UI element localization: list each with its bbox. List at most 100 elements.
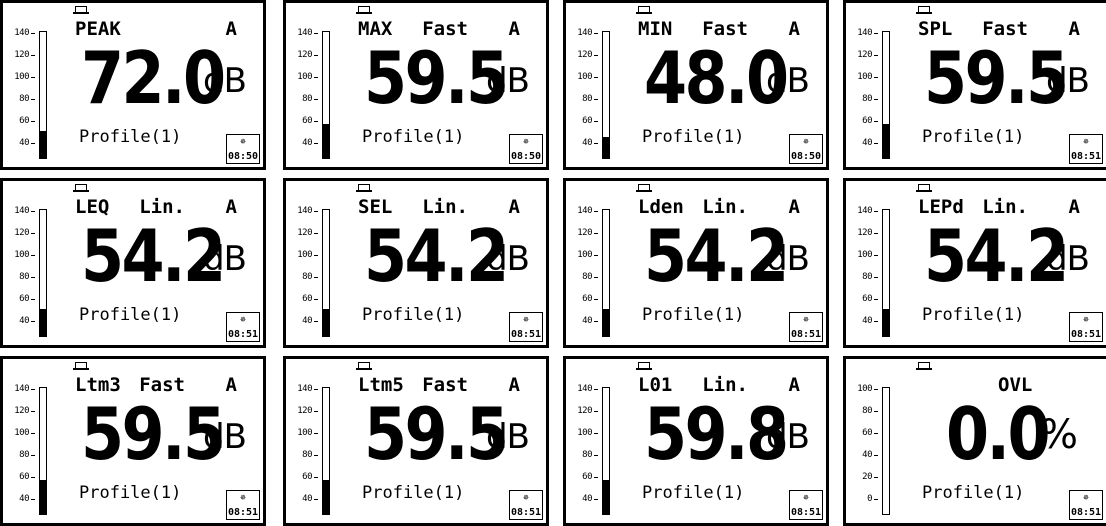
measurement-unit: dB (1046, 61, 1090, 101)
weighting-label: A (508, 18, 520, 40)
clock-box: ✵ 08:51 (509, 490, 543, 520)
clock-box: ✵ 08:50 (509, 134, 543, 164)
scale-tick-mark (314, 455, 318, 456)
profile-label: Profile(1) (79, 305, 182, 325)
scale-tick-label: 60 (862, 116, 872, 126)
scale-tick-mark (874, 33, 878, 34)
clock-icon: ✵ (1082, 314, 1090, 325)
scale-tick-label: 80 (302, 94, 312, 104)
level-bar (602, 387, 610, 515)
scale-tick-mark (874, 55, 878, 56)
memory-card-icon (356, 6, 372, 14)
scale-tick-label: 60 (862, 428, 872, 438)
scale-tick-mark (594, 255, 598, 256)
meter-screen-ovl: 100 80 60 40 20 0 OVL 0.0% Profile(1) ✵ 08:51 (843, 356, 1106, 526)
level-scale: 140 120 100 80 60 40 (288, 205, 318, 345)
scale-tick-label: 80 (862, 406, 872, 416)
memory-card-icon (356, 184, 372, 192)
scale-tick-mark (31, 277, 35, 278)
scale-tick-mark (874, 499, 878, 500)
clock-icon: ✵ (239, 136, 247, 147)
scale-tick-label: 40 (582, 494, 592, 504)
scale-tick-mark (594, 477, 598, 478)
scale-tick-mark (31, 321, 35, 322)
scale-tick-label: 100 (14, 72, 29, 82)
scale-tick-mark (594, 455, 598, 456)
scale-tick-mark (874, 99, 878, 100)
scale-tick-mark (31, 255, 35, 256)
scale-tick-label: 60 (862, 294, 872, 304)
level-scale: 140 120 100 80 60 40 (848, 27, 878, 167)
scale-tick-mark (594, 143, 598, 144)
measurement-unit: dB (766, 61, 810, 101)
scale-tick-mark (594, 411, 598, 412)
scale-tick-label: 60 (19, 116, 29, 126)
scale-tick-mark (31, 121, 35, 122)
scale-tick-mark (874, 277, 878, 278)
weighting-label: A (788, 18, 800, 40)
scale-tick-mark (314, 389, 318, 390)
scale-tick-mark (314, 99, 318, 100)
scale-tick-mark (314, 233, 318, 234)
meter-screen-leq: 140 120 100 80 60 40 LEQ Lin. A 54.2 dB Profile(1) ✵… (0, 178, 266, 348)
scale-tick-mark (31, 55, 35, 56)
memory-card-icon (916, 184, 932, 192)
scale-tick-mark (874, 121, 878, 122)
scale-tick-mark (594, 299, 598, 300)
scale-tick-label: 40 (19, 494, 29, 504)
level-bar (322, 31, 330, 159)
measurement-unit: dB (203, 417, 247, 457)
level-scale: 140 120 100 80 60 40 (5, 27, 35, 167)
scale-tick-label: 40 (19, 316, 29, 326)
scale-tick-label: 60 (302, 116, 312, 126)
scale-tick-mark (594, 433, 598, 434)
meter-screen-spl: 140 120 100 80 60 40 SPL Fast A 59.5 dB Profile(1) ✵… (843, 0, 1106, 170)
memory-card-icon (73, 362, 89, 370)
scale-tick-mark (31, 33, 35, 34)
scale-tick-label: 120 (577, 228, 592, 238)
scale-tick-label: 40 (862, 138, 872, 148)
measurement-unit: dB (766, 239, 810, 279)
scale-tick-label: 80 (19, 272, 29, 282)
meter-screen-sel: 140 120 100 80 60 40 SEL Lin. A 54.2 dB Profile(1) ✵… (283, 178, 549, 348)
scale-tick-mark (31, 77, 35, 78)
profile-label: Profile(1) (362, 127, 465, 147)
memory-card-icon (916, 6, 932, 14)
level-bar (882, 209, 890, 337)
measurement-unit: dB (203, 239, 247, 279)
scale-tick-mark (594, 121, 598, 122)
weighting-label: A (1068, 18, 1080, 40)
scale-tick-label: 120 (577, 406, 592, 416)
scale-tick-label: 140 (14, 384, 29, 394)
scale-tick-mark (31, 455, 35, 456)
weighting-label: A (1068, 196, 1080, 218)
measurement-unit: dB (766, 417, 810, 457)
memory-card-icon (73, 6, 89, 14)
clock-time: 08:51 (1070, 507, 1102, 518)
scale-tick-label: 100 (14, 250, 29, 260)
scale-tick-mark (314, 477, 318, 478)
scale-tick-label: 140 (577, 28, 592, 38)
scale-tick-mark (594, 499, 598, 500)
meter-screen-peak: 140 120 100 80 60 40 PEAK A 72.0 dB Profile(1) ✵ 08:… (0, 0, 266, 170)
profile-label: Profile(1) (922, 305, 1025, 325)
scale-tick-mark (594, 321, 598, 322)
meter-screen-lepd: 140 120 100 80 60 40 LEPd Lin. A 54.2 dB Profile(1)… (843, 178, 1106, 348)
scale-tick-label: 60 (19, 294, 29, 304)
scale-tick-label: 120 (857, 228, 872, 238)
scale-tick-mark (31, 477, 35, 478)
meter-screen-l01: 140 120 100 80 60 40 L01 Lin. A 59.8 dB Profile(1) ✵… (563, 356, 829, 526)
scale-tick-label: 60 (582, 472, 592, 482)
level-bar-fill (40, 479, 46, 514)
scale-tick-mark (31, 233, 35, 234)
scale-tick-label: 120 (14, 228, 29, 238)
clock-icon: ✵ (239, 314, 247, 325)
weighting-label: A (508, 374, 520, 396)
scale-tick-label: 20 (862, 472, 872, 482)
scale-tick-label: 140 (577, 206, 592, 216)
clock-icon: ✵ (1082, 492, 1090, 503)
level-scale: 140 120 100 80 60 40 (5, 383, 35, 523)
scale-tick-label: 120 (14, 406, 29, 416)
scale-tick-label: 140 (577, 384, 592, 394)
clock-box: ✵ 08:51 (226, 490, 260, 520)
